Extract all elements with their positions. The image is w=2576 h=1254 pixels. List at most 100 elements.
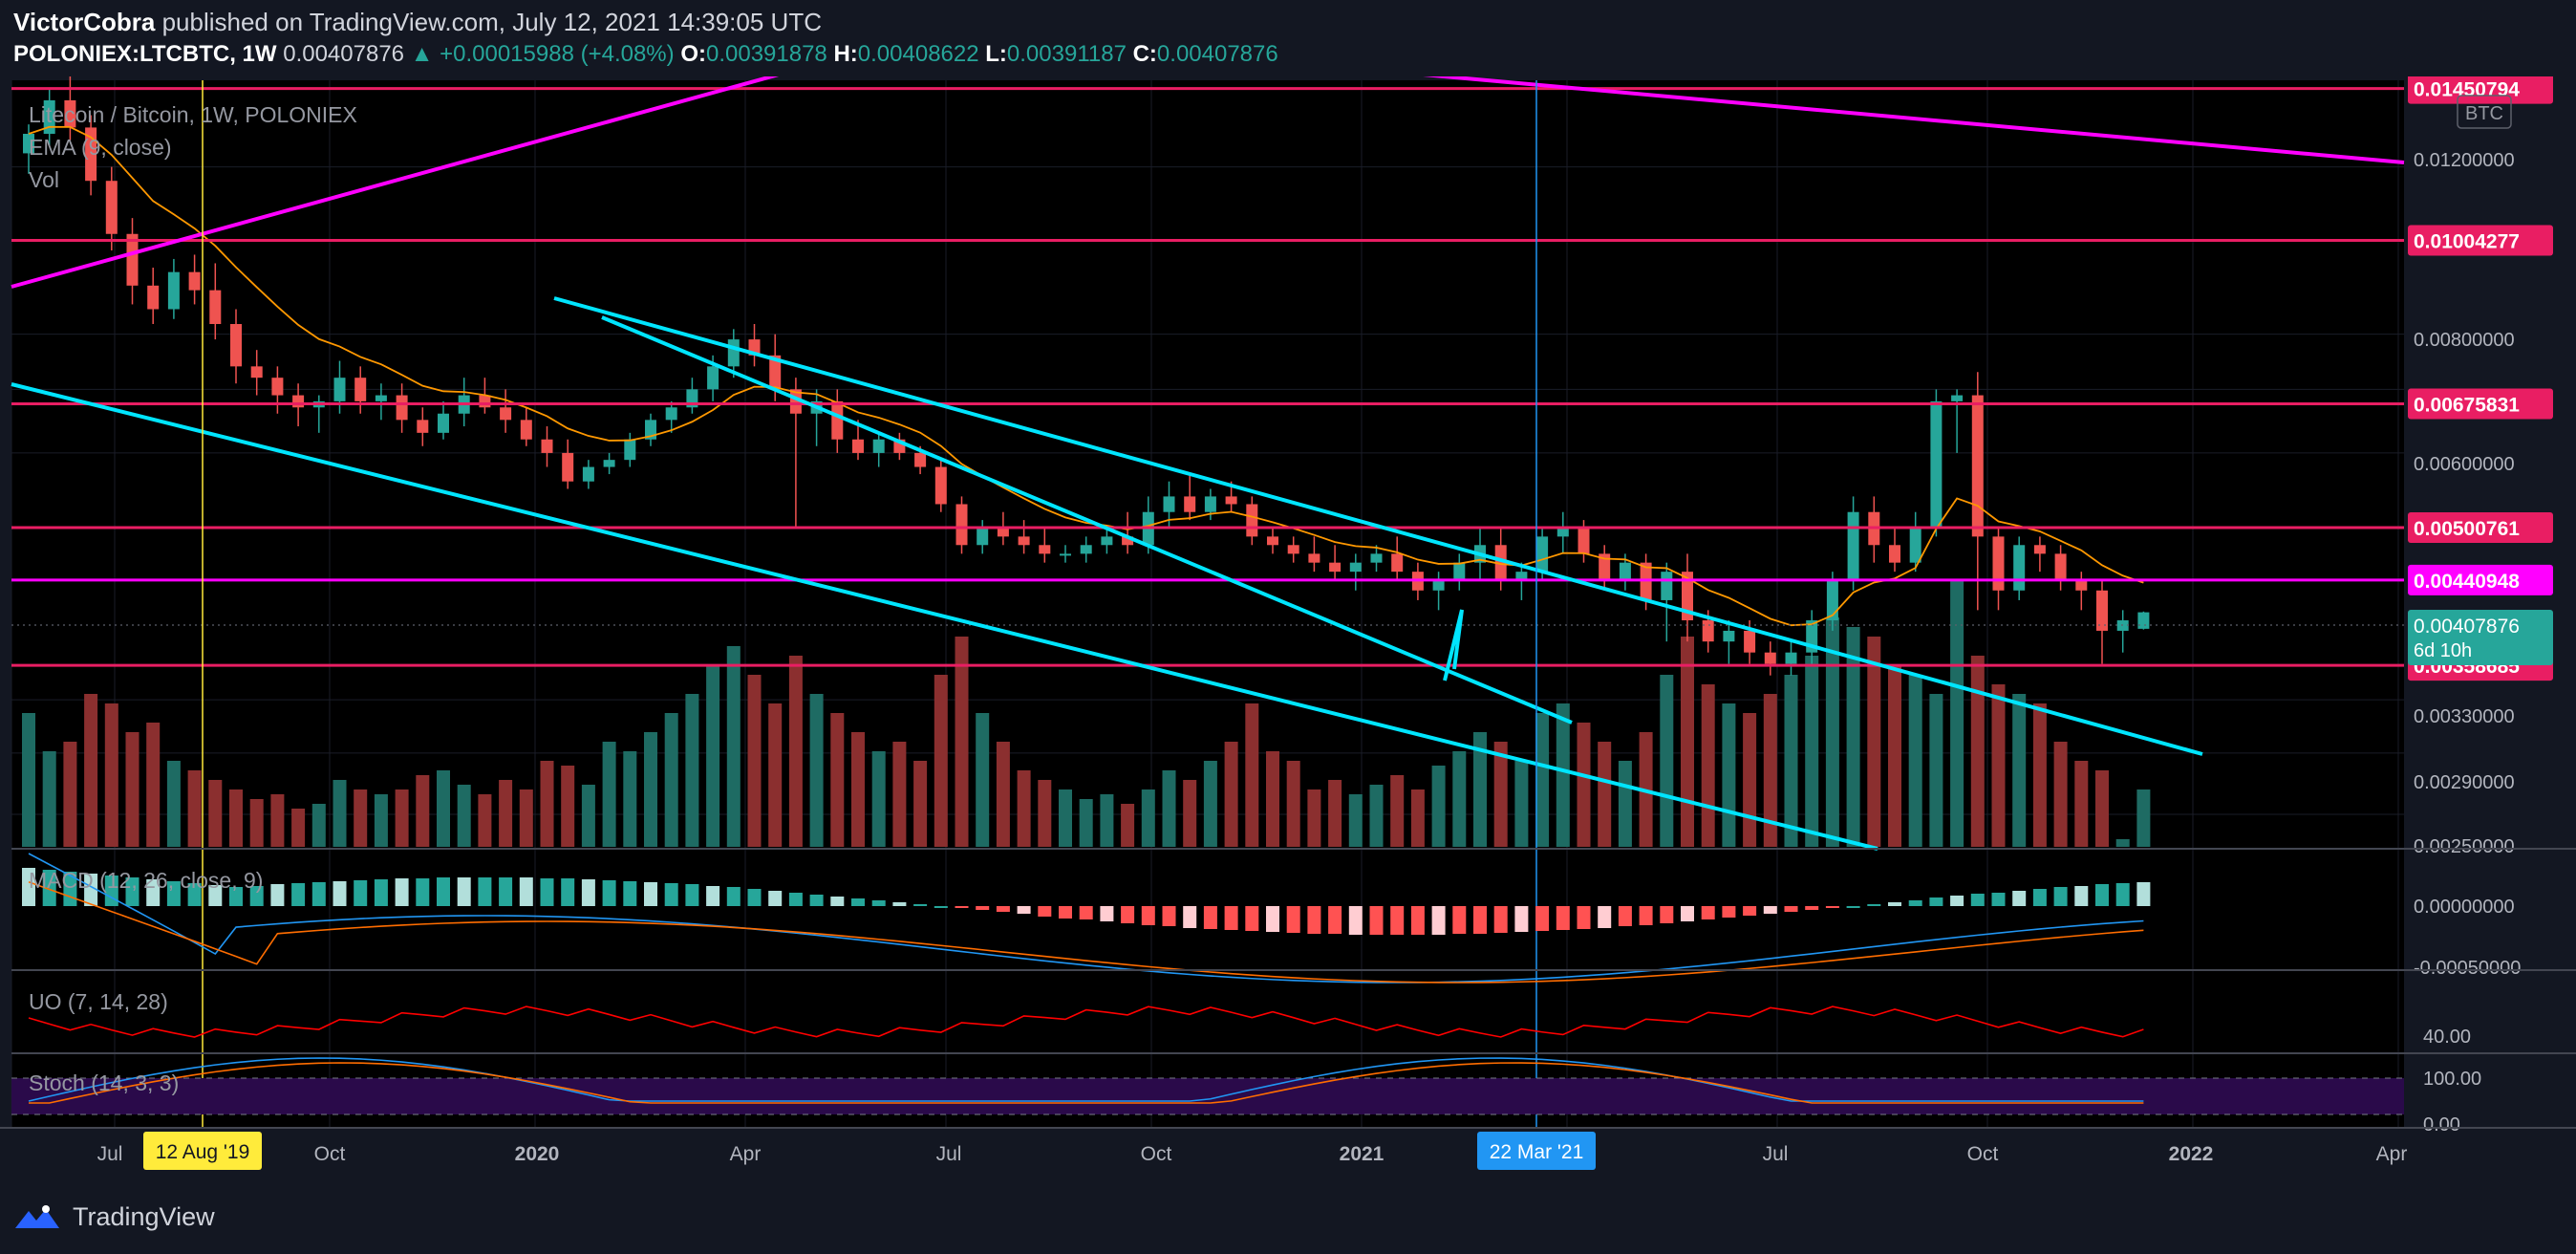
candle-body[interactable]	[1370, 553, 1383, 563]
chart-canvas[interactable]: 0.012000000.008000000.007000000.00600000…	[0, 76, 2576, 1181]
candle-body[interactable]	[831, 400, 844, 440]
candle-body[interactable]	[872, 439, 885, 453]
candle-body[interactable]	[852, 439, 864, 453]
candle-body[interactable]	[105, 181, 118, 234]
volume-bar	[871, 751, 886, 847]
tradingview-brand[interactable]: TradingView	[13, 1202, 215, 1232]
candle-body[interactable]	[1536, 536, 1549, 573]
candle-body[interactable]	[209, 290, 222, 325]
macd-histogram-bar	[1121, 906, 1135, 923]
candle-body[interactable]	[582, 466, 594, 482]
candle-body[interactable]	[1556, 528, 1569, 537]
candle-body[interactable]	[1723, 630, 1735, 642]
candle-body[interactable]	[2096, 590, 2108, 631]
candle-body[interactable]	[1619, 562, 1631, 581]
macd-histogram-bar	[1183, 906, 1197, 928]
macd-histogram-bar	[1162, 906, 1176, 926]
candle-body[interactable]	[1661, 572, 1673, 600]
candle-body[interactable]	[1204, 496, 1216, 512]
candle-body[interactable]	[1889, 545, 1900, 563]
candle-body[interactable]	[562, 452, 574, 482]
candle-body[interactable]	[997, 528, 1009, 537]
macd-histogram-bar	[1059, 906, 1072, 919]
macd-histogram-bar	[1245, 906, 1259, 931]
volume-bar	[1805, 656, 1819, 847]
candle-body[interactable]	[1184, 496, 1196, 512]
candle-body[interactable]	[1101, 536, 1113, 546]
candle-body[interactable]	[1744, 630, 1756, 653]
candle-body[interactable]	[147, 285, 160, 310]
candle-body[interactable]	[1453, 562, 1466, 581]
candle-body[interactable]	[292, 395, 305, 408]
candle-body[interactable]	[1971, 395, 1984, 537]
candle-body[interactable]	[541, 439, 553, 453]
macd-histogram-bar	[1535, 906, 1550, 931]
candle-body[interactable]	[955, 504, 968, 546]
macd-histogram-bar	[1701, 906, 1715, 919]
volume-bar	[540, 761, 554, 847]
candle-body[interactable]	[914, 452, 927, 467]
candle-body[interactable]	[603, 460, 615, 467]
candle-body[interactable]	[417, 420, 429, 433]
candle-body[interactable]	[1702, 620, 1714, 642]
candle-body[interactable]	[479, 395, 491, 408]
candle-body[interactable]	[520, 420, 532, 440]
candle-body[interactable]	[2013, 545, 2026, 591]
candle-body[interactable]	[1060, 553, 1071, 556]
candle-body[interactable]	[624, 439, 636, 461]
volume-bar	[602, 742, 616, 847]
candle-body[interactable]	[1225, 496, 1237, 505]
candle-body[interactable]	[665, 407, 677, 421]
macd-histogram-bar	[2136, 882, 2151, 906]
candle-body[interactable]	[1785, 652, 1797, 664]
author-name[interactable]: VictorCobra	[13, 8, 155, 36]
candle-body[interactable]	[1951, 395, 1964, 401]
candle-body[interactable]	[1930, 400, 1943, 529]
candle-body[interactable]	[2137, 612, 2150, 629]
macd-histogram-bar	[1266, 906, 1279, 932]
candle-body[interactable]	[1267, 536, 1278, 546]
candle-body[interactable]	[1287, 545, 1299, 554]
candle-body[interactable]	[333, 378, 346, 401]
candle-body[interactable]	[438, 413, 449, 433]
candle-body[interactable]	[500, 407, 512, 421]
candle-body[interactable]	[1163, 496, 1175, 512]
candle-body[interactable]	[354, 378, 367, 401]
candle-body[interactable]	[1764, 652, 1776, 664]
level-tag-text: 0.00440948	[2414, 571, 2520, 593]
candle-body[interactable]	[707, 366, 719, 390]
candle-body[interactable]	[1992, 536, 2005, 591]
uo-legend: UO (7, 14, 28)	[29, 989, 168, 1014]
candle-body[interactable]	[230, 324, 242, 367]
candle-body[interactable]	[271, 378, 284, 396]
candle-body[interactable]	[727, 339, 740, 367]
candle-body[interactable]	[1432, 580, 1445, 591]
candle-body[interactable]	[1909, 528, 1921, 563]
candle-body[interactable]	[1578, 528, 1590, 554]
candle-body[interactable]	[1246, 504, 1258, 537]
candle-body[interactable]	[1847, 511, 1859, 581]
candle-body[interactable]	[188, 271, 201, 291]
published-text: published on TradingView.com, July 12, 2…	[161, 8, 822, 36]
candle-body[interactable]	[977, 528, 989, 546]
candle-body[interactable]	[1308, 553, 1320, 563]
candle-body[interactable]	[2054, 553, 2067, 581]
candle-body[interactable]	[2075, 580, 2088, 591]
candle-body[interactable]	[934, 466, 947, 505]
volume-bar	[809, 694, 824, 847]
candle-body[interactable]	[1329, 562, 1342, 573]
candle-body[interactable]	[396, 395, 408, 421]
candle-body[interactable]	[250, 366, 263, 378]
candle-body[interactable]	[1018, 536, 1030, 546]
candle-body[interactable]	[1080, 545, 1092, 554]
candle-body[interactable]	[1349, 562, 1362, 573]
stoch-legend: Stoch (14, 3, 3)	[29, 1070, 179, 1095]
candle-body[interactable]	[1391, 553, 1404, 573]
candle-body[interactable]	[1039, 545, 1051, 554]
candle-body[interactable]	[2033, 545, 2046, 554]
candle-body[interactable]	[167, 271, 180, 310]
macd-histogram-bar	[1888, 902, 1901, 906]
close-label: C:	[1132, 41, 1157, 67]
macd-histogram-bar	[1577, 906, 1591, 929]
candle-body[interactable]	[375, 395, 387, 401]
